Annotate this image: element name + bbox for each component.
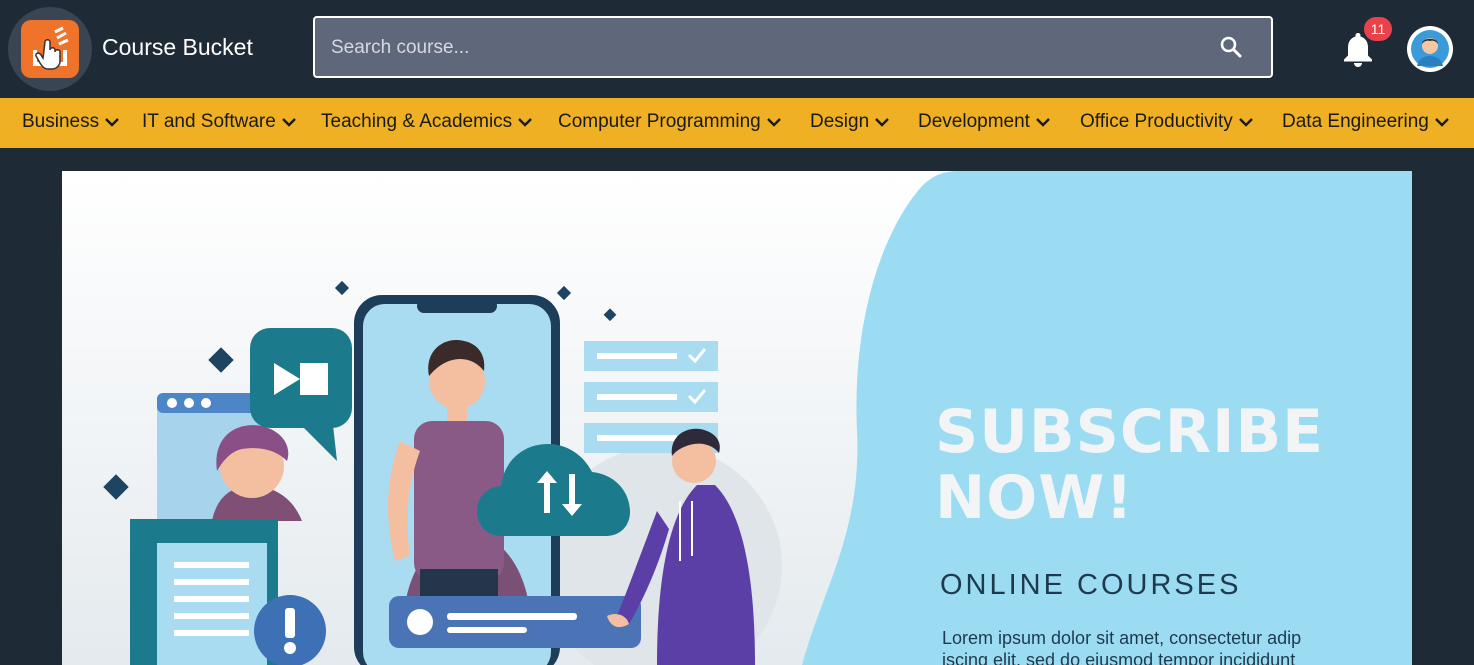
chevron-down-icon <box>875 118 890 127</box>
chevron-down-icon <box>1434 118 1449 127</box>
search-bar[interactable] <box>313 16 1273 78</box>
banner-headline: SUBSCRIBE NOW! <box>935 399 1324 531</box>
nav-item-development[interactable]: Development <box>918 111 1050 133</box>
headline-line-1: SUBSCRIBE <box>935 397 1325 467</box>
chevron-down-icon <box>766 118 781 127</box>
course-bucket-logo-icon[interactable] <box>21 20 79 78</box>
banner-subheading: ONLINE COURSES <box>940 569 1242 601</box>
top-header: Course Bucket 11 <box>0 0 1474 98</box>
nav-item-office-productivity[interactable]: Office Productivity <box>1080 111 1253 133</box>
headline-line-2: NOW! <box>935 463 1134 533</box>
category-nav: Business IT and Software Teaching & Acad… <box>0 98 1474 148</box>
nav-item-teaching-academics[interactable]: Teaching & Academics <box>321 111 533 133</box>
nav-item-design[interactable]: Design <box>810 111 890 133</box>
nav-item-data-engineering[interactable]: Data Engineering <box>1282 111 1449 133</box>
chevron-down-icon <box>281 118 296 127</box>
chevron-down-icon <box>1036 118 1050 127</box>
chevron-down-icon <box>1238 118 1253 127</box>
nav-item-business[interactable]: Business <box>22 111 119 133</box>
logo-container[interactable] <box>8 7 92 91</box>
hero-banner[interactable]: SUBSCRIBE NOW! ONLINE COURSES Lorem ipsu… <box>62 171 1412 665</box>
nav-item-computer-programming[interactable]: Computer Programming <box>558 111 781 133</box>
nav-item-it-and-software[interactable]: IT and Software <box>142 111 296 133</box>
chevron-down-icon <box>518 118 533 127</box>
notification-count-badge: 11 <box>1364 17 1392 41</box>
banner-body-text: Lorem ipsum dolor sit amet, consectetur … <box>942 628 1302 665</box>
chevron-down-icon <box>105 118 119 127</box>
search-input[interactable] <box>329 18 1193 78</box>
user-avatar[interactable] <box>1407 26 1453 72</box>
brand-name[interactable]: Course Bucket <box>102 34 253 61</box>
search-icon[interactable] <box>1219 35 1243 59</box>
